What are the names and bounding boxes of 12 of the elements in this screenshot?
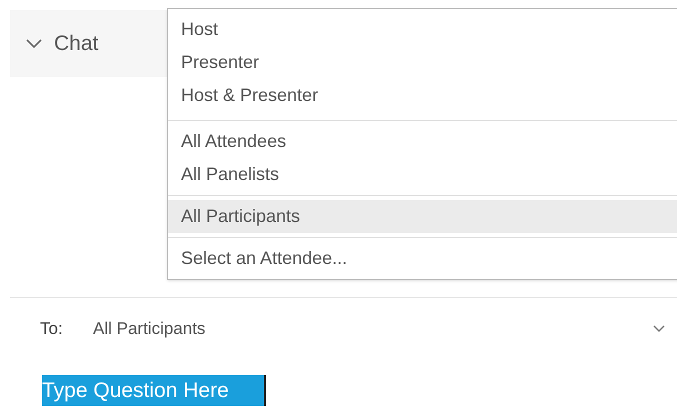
menu-item[interactable]: All Panelists (168, 158, 677, 191)
menu-item[interactable]: All Participants (168, 200, 677, 233)
chevron-icon (26, 38, 42, 48)
menu-item[interactable]: Host (168, 13, 677, 46)
recipient-select[interactable]: All Participants (93, 316, 665, 342)
menu-item[interactable]: All Attendees (168, 125, 677, 158)
menu-item[interactable]: Host & Presenter (168, 79, 677, 112)
to-label: To: (40, 318, 64, 340)
caret-icon (653, 324, 665, 332)
menu-item[interactable]: Presenter (168, 46, 677, 79)
chat-section-header[interactable]: Chat (10, 10, 170, 77)
menu-item[interactable]: Select an Attendee... (168, 242, 677, 275)
